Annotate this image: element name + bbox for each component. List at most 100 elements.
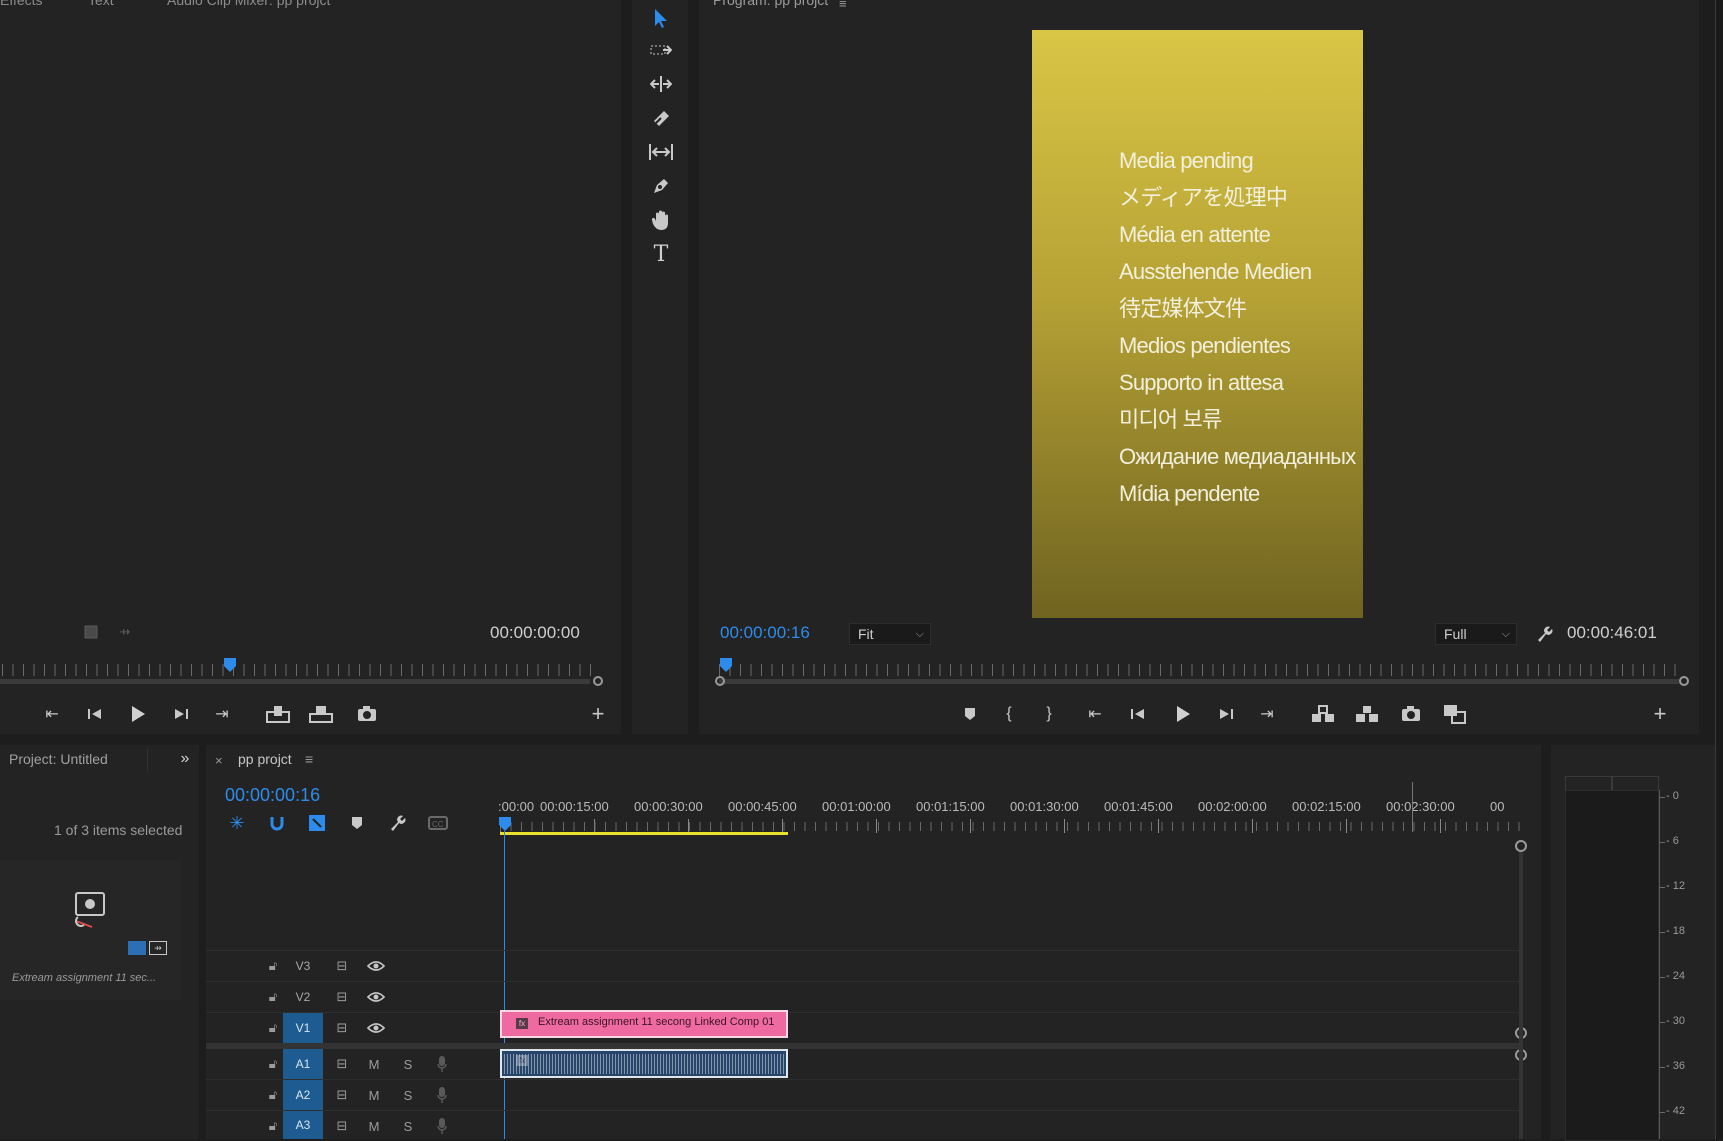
pen-tool-icon[interactable]	[646, 172, 676, 200]
zoom-dropdown[interactable]: Fit ⌵	[849, 623, 931, 645]
timeline-settings-icon[interactable]	[386, 812, 408, 834]
wrench-icon[interactable]	[1533, 623, 1555, 645]
program-playhead[interactable]	[719, 658, 732, 672]
source-playhead[interactable]	[224, 658, 236, 672]
expand-panels-icon[interactable]: »	[174, 749, 196, 769]
mark-out-icon[interactable]: ⇥	[210, 702, 234, 726]
tab-text[interactable]: Text	[88, 0, 114, 8]
sync-lock-icon[interactable]: ⊟	[331, 1115, 353, 1137]
add-button-icon[interactable]: +	[1650, 701, 1670, 726]
solo-button[interactable]: S	[397, 1115, 419, 1137]
track-select-tool-icon[interactable]	[646, 36, 676, 64]
timeline-timecode[interactable]: 00:00:00:16	[225, 785, 320, 806]
export-frame-icon[interactable]	[1398, 702, 1424, 726]
solo-button[interactable]: S	[397, 1053, 419, 1075]
audio-video-divider[interactable]	[206, 1043, 1521, 1049]
mute-button[interactable]: M	[363, 1115, 385, 1137]
tab-audio-clip-mixer[interactable]: Audio Clip Mixer: pp projct	[167, 0, 330, 8]
timeline-playhead-marker[interactable]	[499, 817, 511, 831]
program-timecode[interactable]: 00:00:00:16	[720, 623, 810, 643]
sequence-menu-icon[interactable]: ≡	[305, 751, 313, 767]
eye-icon[interactable]	[365, 986, 387, 1008]
tab-effects[interactable]: Effects	[0, 0, 43, 8]
linked-selection-icon[interactable]	[306, 812, 328, 834]
project-panel-tab[interactable]: Project: Untitled	[9, 751, 108, 767]
track-label-v3[interactable]: V3	[283, 951, 323, 981]
track-label-a1[interactable]: A1	[283, 1049, 323, 1079]
insert-clip-icon[interactable]	[265, 702, 291, 726]
media-pending-line: Mídia pendente	[1119, 481, 1260, 506]
play-icon[interactable]	[126, 701, 150, 727]
selection-tool-icon[interactable]	[646, 4, 676, 32]
track-label-a2[interactable]: A2	[283, 1080, 323, 1110]
timeline-vertical-scrollbar[interactable]	[1519, 852, 1523, 1139]
program-monitor-tab[interactable]: Program: pp projct	[713, 0, 828, 8]
microphone-icon[interactable]	[431, 1053, 453, 1075]
lift-icon[interactable]	[1310, 702, 1336, 726]
microphone-icon[interactable]	[431, 1084, 453, 1106]
nest-toggle-icon[interactable]: ✳	[226, 812, 248, 834]
program-out-handle[interactable]	[1679, 676, 1689, 686]
step-forward-icon[interactable]	[170, 702, 192, 726]
track-label-a3[interactable]: A3	[283, 1111, 323, 1139]
sync-lock-icon[interactable]: ⊟	[331, 955, 353, 977]
program-menu-icon[interactable]: ≡	[839, 0, 847, 11]
eye-icon[interactable]	[365, 1017, 387, 1039]
source-out-handle[interactable]	[593, 676, 603, 686]
step-back-icon[interactable]	[84, 702, 106, 726]
go-to-out-icon[interactable]: ⇥	[1255, 702, 1279, 726]
step-forward-icon[interactable]	[1215, 702, 1237, 726]
media-pending-line: メディアを処理中	[1119, 185, 1288, 210]
mute-button[interactable]: M	[363, 1053, 385, 1075]
add-marker-icon[interactable]	[959, 702, 981, 726]
lock-icon[interactable]: 🔓︎	[262, 1084, 284, 1106]
track-label-v2[interactable]: V2	[283, 982, 323, 1012]
eye-icon[interactable]	[365, 955, 387, 977]
step-back-icon[interactable]	[1127, 702, 1149, 726]
mark-out-bracket-icon[interactable]: }	[1039, 702, 1059, 726]
add-marker-icon[interactable]	[346, 812, 368, 834]
sync-lock-icon[interactable]: ⊟	[331, 1084, 353, 1106]
ripple-edit-tool-icon[interactable]	[646, 70, 676, 98]
extract-icon[interactable]	[1354, 702, 1380, 726]
lock-icon[interactable]: 🔓︎	[262, 1017, 284, 1039]
insert-icon[interactable]	[82, 623, 100, 641]
solo-button[interactable]: S	[397, 1084, 419, 1106]
sync-lock-icon[interactable]: ⊟	[331, 1053, 353, 1075]
mute-button[interactable]: M	[363, 1084, 385, 1106]
lock-icon[interactable]: 🔓︎	[262, 1115, 284, 1137]
hand-tool-icon[interactable]	[646, 206, 676, 234]
lock-icon[interactable]: 🔓︎	[262, 986, 284, 1008]
snap-magnet-icon[interactable]	[266, 812, 288, 834]
lock-icon[interactable]: 🔓︎	[262, 1053, 284, 1075]
sequence-tab[interactable]: pp projct	[238, 751, 292, 767]
program-in-handle[interactable]	[715, 676, 725, 686]
mark-in-icon[interactable]: ⇤	[40, 702, 64, 726]
source-scrub-bar[interactable]	[0, 679, 590, 684]
export-frame-icon[interactable]	[354, 702, 380, 726]
overwrite-clip-icon[interactable]	[308, 702, 334, 726]
play-icon[interactable]	[1171, 701, 1195, 727]
close-sequence-icon[interactable]: ×	[215, 753, 223, 768]
lock-icon[interactable]: 🔓︎	[262, 955, 284, 977]
track-height-handle[interactable]	[1515, 840, 1527, 852]
captions-icon[interactable]: CC	[426, 812, 450, 834]
drag-audio-icon[interactable]: ⇸	[114, 623, 136, 641]
slip-tool-icon[interactable]	[646, 138, 676, 166]
mark-in-bracket-icon[interactable]: {	[999, 702, 1019, 726]
add-button-icon[interactable]: +	[588, 701, 608, 726]
audio-clip[interactable]: fx	[500, 1049, 788, 1078]
razor-tool-icon[interactable]	[646, 104, 676, 132]
microphone-icon[interactable]	[431, 1115, 453, 1137]
track-label-v1[interactable]: V1	[283, 1013, 323, 1043]
sync-lock-icon[interactable]: ⊟	[331, 1017, 353, 1039]
comparison-view-icon[interactable]	[1441, 702, 1469, 726]
program-scrub-bar[interactable]	[719, 679, 1679, 684]
work-area-bar[interactable]	[500, 832, 788, 835]
go-to-in-icon[interactable]: ⇤	[1083, 702, 1107, 726]
video-clip[interactable]: fx Extream assignment 11 secong Linked C…	[500, 1010, 788, 1038]
sync-lock-icon[interactable]: ⊟	[331, 986, 353, 1008]
resolution-dropdown[interactable]: Full ⌵	[1435, 623, 1517, 645]
project-item[interactable]: ⇸ Extream assignment 11 sec...	[0, 860, 181, 1000]
type-tool-icon[interactable]: T	[646, 240, 676, 268]
